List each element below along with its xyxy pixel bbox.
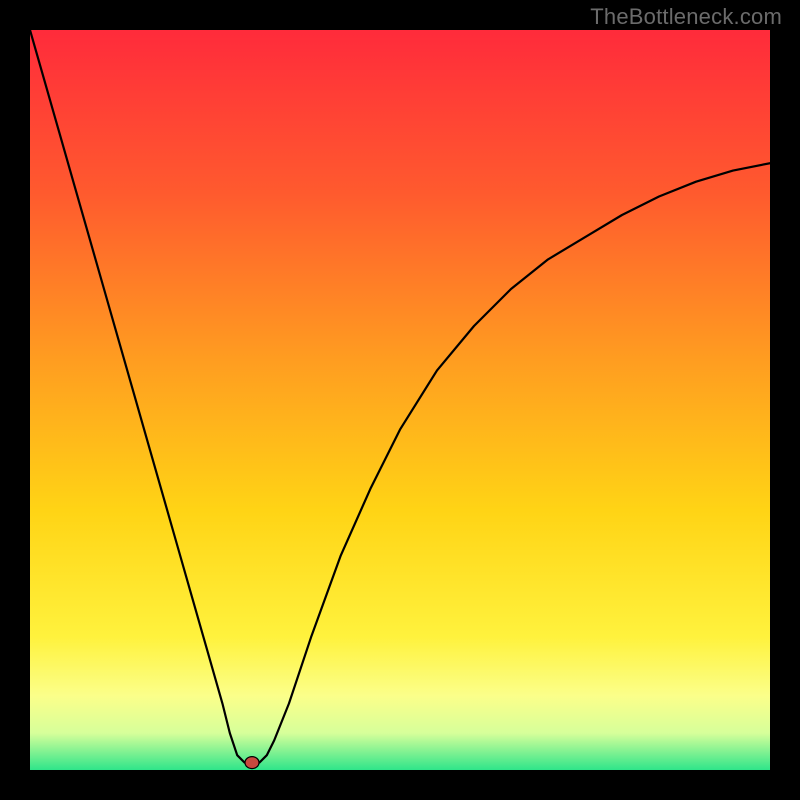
optimal-point-marker xyxy=(245,757,259,769)
watermark-text: TheBottleneck.com xyxy=(590,4,782,30)
plot-area xyxy=(30,30,770,770)
gradient-background xyxy=(30,30,770,770)
bottleneck-chart xyxy=(30,30,770,770)
chart-container: TheBottleneck.com xyxy=(0,0,800,800)
